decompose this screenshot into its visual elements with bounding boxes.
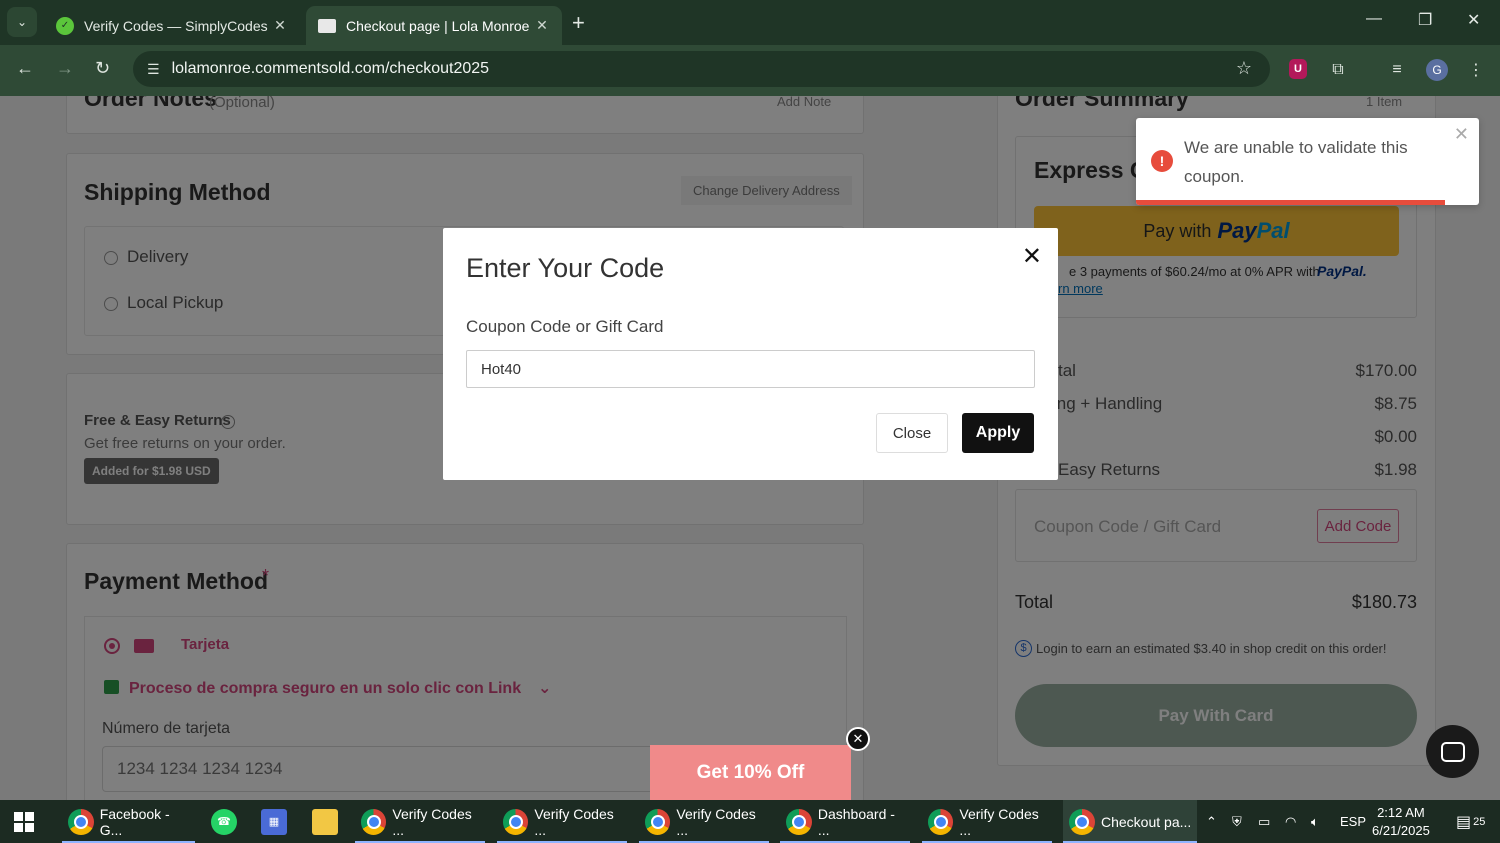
taskbar-item-label: Verify Codes ... [392, 805, 472, 838]
bookmark-star-icon[interactable]: ☆ [1236, 58, 1252, 79]
extensions-puzzle-icon[interactable]: ⧉ [1327, 59, 1349, 81]
folder-icon [312, 808, 338, 835]
toast-progress-bar [1136, 200, 1445, 205]
address-bar[interactable]: ☰ lolamonroe.commentsold.com/checkout202… [133, 51, 1270, 87]
taskbar-chrome-verify-3[interactable]: Verify Codes ... [639, 800, 769, 843]
taskbar-whatsapp[interactable]: ☎ [205, 800, 243, 843]
close-button[interactable]: Close [876, 413, 948, 453]
taskbar-item-label: Verify Codes ... [534, 805, 614, 838]
taskbar-item-label: Verify Codes ... [676, 805, 756, 838]
modal-close-icon[interactable]: ✕ [1022, 242, 1042, 270]
chrome-icon [786, 808, 812, 835]
tray-volume-icon[interactable]: 🔈︎ [1311, 800, 1319, 843]
notifications-icon[interactable]: ▤ 25 [1456, 800, 1485, 843]
chrome-icon [1069, 808, 1095, 835]
taskbar-calculator[interactable]: ▦ [255, 800, 293, 843]
reload-icon[interactable]: ↻ [95, 58, 110, 79]
taskbar-item-label: Dashboard - ... [817, 805, 895, 838]
chrome-icon [503, 808, 529, 835]
window-close-icon[interactable]: ✕ [1467, 10, 1480, 30]
windows-taskbar: Facebook - G... ☎ ▦ Verify Codes ... Ver… [0, 800, 1500, 843]
coupon-field-label: Coupon Code or Gift Card [466, 317, 664, 336]
promo-close-icon[interactable]: ✕ [846, 727, 870, 751]
chrome-icon [645, 808, 671, 835]
taskbar-chrome-facebook[interactable]: Facebook - G... [62, 800, 195, 843]
browser-toolbar: ← → ↻ ☰ lolamonroe.commentsold.com/check… [0, 45, 1500, 96]
tray-battery-icon[interactable]: ▭ [1258, 800, 1270, 843]
forward-arrow-icon[interactable]: → [56, 58, 74, 79]
taskbar-file-explorer[interactable] [306, 800, 344, 843]
coupon-code-input[interactable] [466, 350, 1035, 388]
apply-button[interactable]: Apply [962, 413, 1034, 453]
error-toast: ! We are unable to validate this coupon.… [1136, 118, 1479, 205]
chrome-icon [68, 808, 94, 835]
minimize-icon[interactable]: — [1366, 10, 1382, 28]
simplycodes-favicon-icon: ✓ [56, 16, 74, 35]
profile-avatar-icon[interactable]: G [1426, 59, 1448, 81]
modal-title: Enter Your Code [466, 253, 665, 283]
tray-language[interactable]: ESP [1340, 800, 1366, 843]
media-control-icon[interactable]: ≡ [1386, 59, 1408, 81]
tray-chevron-up-icon[interactable]: ⌃ [1206, 800, 1217, 843]
taskbar-chrome-dashboard[interactable]: Dashboard - ... [780, 800, 910, 843]
error-exclamation-icon: ! [1151, 150, 1173, 172]
clock-time: 2:12 AM [1377, 805, 1425, 820]
taskbar-item-label: Verify Codes ... [959, 805, 1039, 838]
toast-close-icon[interactable]: ✕ [1454, 124, 1469, 145]
toast-message: We are unable to validate this coupon. [1184, 138, 1408, 186]
enter-code-modal: Enter Your Code ✕ Coupon Code or Gift Ca… [443, 228, 1058, 480]
start-windows-icon[interactable] [14, 800, 34, 843]
site-settings-icon[interactable]: ☰ [147, 61, 160, 78]
taskbar-item-label: Checkout pa... [1101, 813, 1192, 830]
ublock-extension-icon[interactable]: U [1289, 59, 1307, 79]
browser-tab-bar: ⌄ ✓ Verify Codes — SimplyCodes ✕ Checkou… [0, 0, 1500, 45]
lolamonroe-favicon-icon [318, 18, 336, 33]
get-discount-button[interactable]: Get 10% Off [650, 745, 851, 800]
chrome-icon [928, 808, 954, 835]
taskbar-chrome-checkout[interactable]: Checkout pa... [1063, 800, 1197, 843]
chevron-down-icon: ⌄ [16, 15, 28, 29]
clock-date: 6/21/2025 [1372, 823, 1430, 838]
tab-title: Verify Codes — SimplyCodes [84, 17, 268, 34]
tray-clock[interactable]: 2:12 AM 6/21/2025 [1372, 804, 1430, 840]
tab-search-button[interactable]: ⌄ [7, 7, 37, 37]
url-text: lolamonroe.commentsold.com/checkout2025 [171, 60, 490, 77]
close-tab-icon[interactable]: ✕ [534, 17, 550, 34]
tab-checkout[interactable]: Checkout page | Lola Monroe B ✕ [306, 6, 562, 45]
tray-wifi-icon[interactable]: ◠ [1285, 800, 1296, 843]
whatsapp-icon: ☎ [211, 808, 237, 835]
back-arrow-icon[interactable]: ← [16, 58, 34, 79]
chrome-icon [361, 808, 387, 835]
taskbar-chrome-verify-2[interactable]: Verify Codes ... [497, 800, 627, 843]
new-tab-plus-icon[interactable]: + [572, 10, 585, 36]
restore-icon[interactable]: ❐ [1418, 10, 1432, 30]
tab-verify-codes[interactable]: ✓ Verify Codes — SimplyCodes ✕ [44, 6, 300, 45]
tab-title: Checkout page | Lola Monroe B [346, 17, 534, 34]
chat-icon[interactable] [1426, 725, 1479, 778]
calculator-icon: ▦ [261, 808, 287, 835]
taskbar-item-label: Facebook - G... [99, 805, 170, 838]
taskbar-chrome-verify-1[interactable]: Verify Codes ... [355, 800, 485, 843]
taskbar-chrome-verify-4[interactable]: Verify Codes ... [922, 800, 1052, 843]
tray-security-icon[interactable]: ⛨ [1232, 800, 1242, 843]
chrome-menu-icon[interactable]: ⋮ [1465, 59, 1487, 81]
notification-count: 25 [1473, 815, 1486, 828]
close-tab-icon[interactable]: ✕ [272, 17, 288, 34]
